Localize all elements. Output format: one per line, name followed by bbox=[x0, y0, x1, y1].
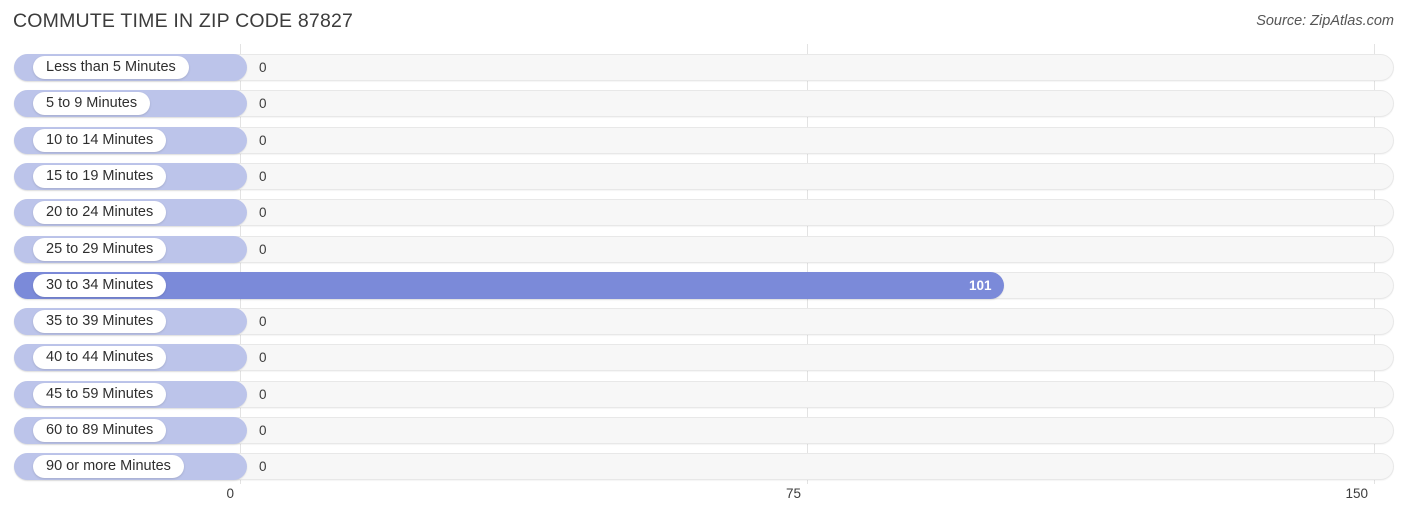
bar-category-label: 20 to 24 Minutes bbox=[33, 201, 167, 225]
bar-row[interactable]: 0 35 to 39 Minutes bbox=[14, 308, 1394, 336]
bar-row[interactable]: 0 90 or more Minutes bbox=[14, 453, 1394, 481]
bar-row[interactable]: 0 60 to 89 Minutes bbox=[14, 417, 1394, 444]
bar-row[interactable]: 0 15 to 19 Minutes bbox=[14, 162, 1394, 190]
bar-category-label: 90 or more Minutes bbox=[33, 455, 184, 479]
bar-row[interactable]: 0 5 to 9 Minutes bbox=[14, 90, 1394, 118]
bar-row[interactable]: 0 20 to 24 Minutes bbox=[14, 199, 1394, 227]
bar-chart-plot-area: 0 Less than 5 Minutes 0 5 to 9 Minutes 0 10 t… bbox=[0, 44, 1406, 484]
bar-category-label: 30 to 34 Minutes bbox=[33, 273, 167, 297]
axis-tick-label-150: 150 bbox=[1345, 486, 1368, 501]
bar-row[interactable]: 0 10 to 14 Minutes bbox=[14, 126, 1394, 154]
bar-value-label: 0 bbox=[259, 60, 267, 75]
axis-tick-label-75: 75 bbox=[785, 486, 801, 501]
bar-category-label: 25 to 29 Minutes bbox=[33, 237, 167, 261]
bar-row[interactable]: 0 Less than 5 Minutes bbox=[14, 54, 1394, 81]
bar-value-label: 0 bbox=[259, 423, 267, 438]
bar-category-label: 35 to 39 Minutes bbox=[33, 310, 167, 334]
bar-row[interactable]: 0 40 to 44 Minutes bbox=[14, 344, 1394, 372]
bar-value-label: 0 bbox=[259, 132, 267, 148]
bar-row[interactable]: 101 30 to 34 Minutes bbox=[14, 271, 1394, 299]
bar-category-label: 45 to 59 Minutes bbox=[33, 382, 167, 406]
bar-category-label: 60 to 89 Minutes bbox=[33, 419, 167, 442]
bar-category-label: 5 to 9 Minutes bbox=[33, 92, 151, 116]
bar-value-label: 0 bbox=[259, 168, 267, 184]
bar-value-label: 0 bbox=[259, 314, 267, 330]
bar-value-label: 0 bbox=[259, 386, 267, 402]
bar-value-label: 0 bbox=[259, 96, 267, 112]
bar-row[interactable]: 0 25 to 29 Minutes bbox=[14, 235, 1394, 263]
bar-value-label: 0 bbox=[259, 205, 267, 221]
source-attribution: Source: ZipAtlas.com bbox=[1256, 13, 1394, 29]
bar-row[interactable]: 0 45 to 59 Minutes bbox=[14, 380, 1394, 408]
bar-value-label: 101 bbox=[969, 277, 992, 293]
bar-category-label: 10 to 14 Minutes bbox=[33, 128, 167, 152]
bar-value-label: 0 bbox=[259, 350, 267, 366]
bar-value-label: 0 bbox=[259, 241, 267, 257]
bar-category-label: 40 to 44 Minutes bbox=[33, 346, 167, 370]
bar-value-label: 0 bbox=[259, 459, 267, 475]
page-title: COMMUTE TIME IN ZIP CODE 87827 bbox=[13, 10, 354, 32]
bar-category-label: Less than 5 Minutes bbox=[33, 56, 189, 79]
bar-category-label: 15 to 19 Minutes bbox=[33, 164, 167, 188]
axis-tick-label-0: 0 bbox=[226, 486, 234, 501]
x-axis: 0 75 150 bbox=[0, 486, 1406, 510]
